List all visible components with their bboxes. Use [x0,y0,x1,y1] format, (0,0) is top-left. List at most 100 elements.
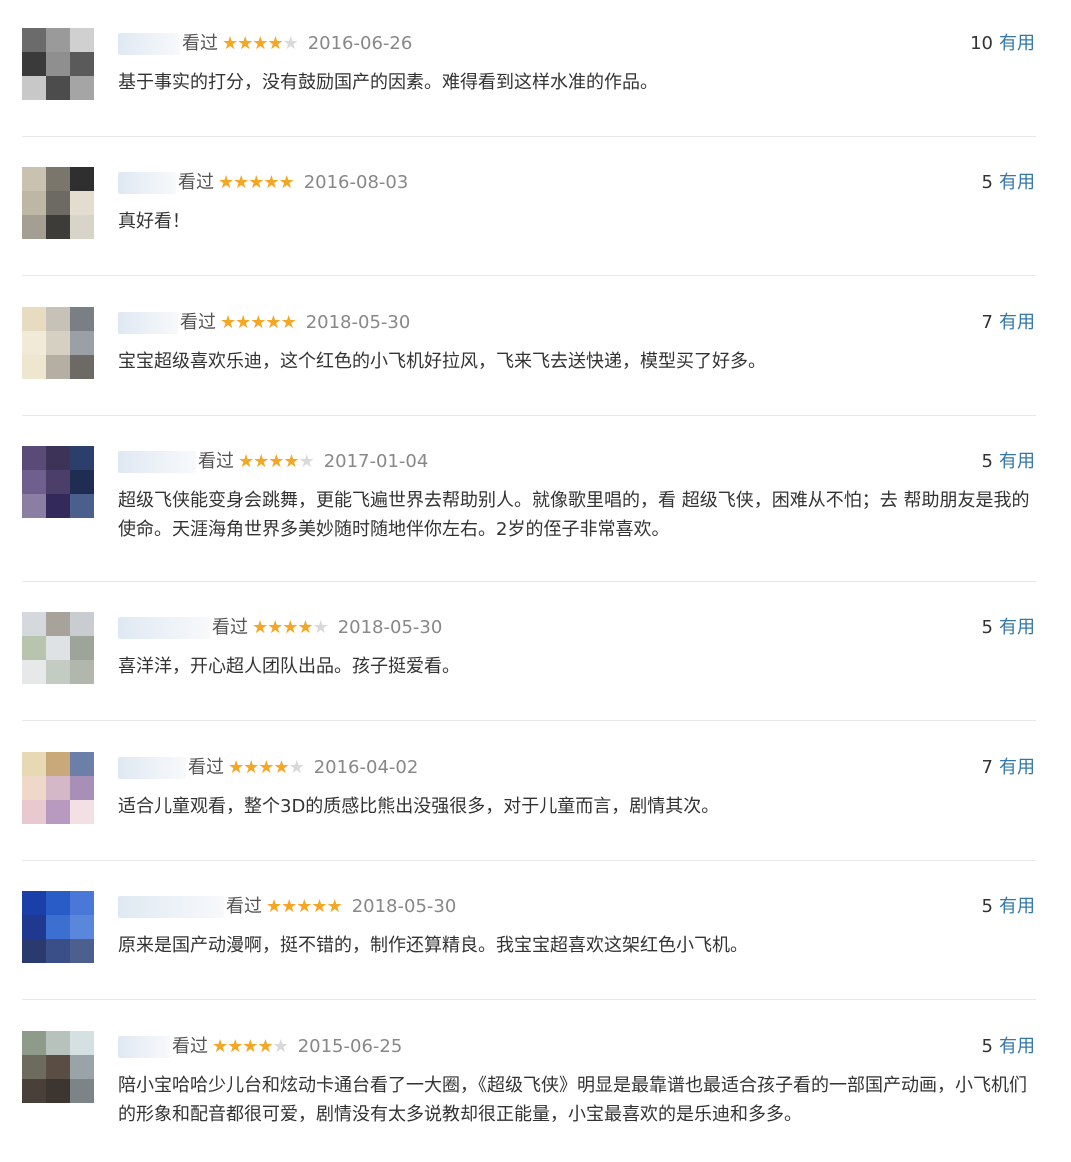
star-icon: ★ [282,617,298,638]
avatar-pixel [70,891,94,915]
username-redacted[interactable] [118,172,176,194]
avatar[interactable] [22,752,94,824]
avatar-pixel [46,331,70,355]
star-icon: ★ [272,1036,289,1057]
useful-button[interactable]: 有用 [999,757,1035,778]
avatar-pixel [70,215,94,239]
review-text: 真好看！ [118,211,190,232]
avatar[interactable] [22,28,94,100]
avatar[interactable] [22,891,94,963]
vote-count: 5 [981,451,993,472]
useful-button[interactable]: 有用 [999,896,1035,917]
star-icon: ★ [297,617,313,638]
useful-vote: 5 有用 [982,894,1035,920]
username-redacted[interactable] [118,617,210,639]
avatar[interactable] [22,167,94,239]
useful-button[interactable]: 有用 [999,1036,1035,1057]
watch-status: 看过 [182,33,218,54]
avatar-pixel [46,1055,70,1079]
rating-stars: ★★★★★ [238,451,315,472]
avatar-pixel [22,494,46,518]
rating-stars: ★★★★★ [212,1036,289,1057]
avatar-pixel [70,612,94,636]
star-icon: ★ [267,617,283,638]
star-icon: ★ [243,757,259,778]
watch-status: 看过 [212,617,248,638]
username-redacted[interactable] [118,757,186,779]
avatar[interactable] [22,446,94,518]
useful-button[interactable]: 有用 [999,451,1035,472]
review-meta: 看过 ★★★★★ 2018-05-30 [118,894,456,920]
review-meta: 看过 ★★★★★ 2016-06-26 [118,31,412,57]
avatar[interactable] [22,307,94,379]
useful-button[interactable]: 有用 [999,312,1035,333]
star-icon: ★ [242,1036,258,1057]
review-text: 超级飞侠能变身会跳舞，更能飞遍世界去帮助别人。就像歌里唱的，看 超级飞侠，困难从… [118,490,1030,540]
vote-count: 5 [981,172,993,193]
avatar-pixel [46,1031,70,1055]
avatar-pixel [70,355,94,379]
avatar-pixel [70,939,94,963]
useful-button[interactable]: 有用 [999,172,1035,193]
star-icon: ★ [268,451,284,472]
divider [22,999,1036,1000]
star-icon: ★ [296,896,312,917]
divider [22,415,1036,416]
rating-stars: ★★★★★ [228,757,305,778]
rating-stars: ★★★★★ [218,172,295,193]
avatar-pixel [22,215,46,239]
star-icon: ★ [312,617,329,638]
avatar-pixel [22,52,46,76]
star-icon: ★ [252,617,268,638]
rating-stars: ★★★★★ [266,896,343,917]
watch-status: 看过 [198,451,234,472]
star-icon: ★ [222,33,238,54]
avatar-pixel [22,800,46,824]
avatar-pixel [22,1055,46,1079]
review-text: 适合儿童观看，整个3D的质感比熊出没强很多，对于儿童而言，剧情其次。 [118,796,720,817]
useful-vote: 5 有用 [982,170,1035,196]
avatar-pixel [46,446,70,470]
avatar-pixel [22,446,46,470]
avatar-pixel [70,776,94,800]
avatar-pixel [22,191,46,215]
star-icon: ★ [273,757,289,778]
review-text: 宝宝超级喜欢乐迪，这个红色的小飞机好拉风，飞来飞去送快递，模型买了好多。 [118,351,766,372]
star-icon: ★ [267,33,283,54]
avatar-pixel [70,1031,94,1055]
star-icon: ★ [248,172,264,193]
avatar-pixel [70,660,94,684]
useful-button[interactable]: 有用 [999,33,1035,54]
avatar-pixel [46,76,70,100]
username-redacted[interactable] [118,33,180,55]
username-redacted[interactable] [118,1036,170,1058]
star-icon: ★ [298,451,315,472]
avatar-pixel [22,355,46,379]
avatar[interactable] [22,612,94,684]
vote-count: 5 [981,617,993,638]
username-redacted[interactable] [118,451,196,473]
avatar-pixel [70,446,94,470]
avatar-pixel [70,167,94,191]
review-meta: 看过 ★★★★★ 2018-05-30 [118,310,410,336]
avatar-pixel [46,915,70,939]
username-redacted[interactable] [118,312,178,334]
review-meta: 看过 ★★★★★ 2016-08-03 [118,170,408,196]
watch-status: 看过 [172,1036,208,1057]
vote-count: 5 [981,896,993,917]
avatar-pixel [46,1079,70,1103]
useful-button[interactable]: 有用 [999,617,1035,638]
watch-status: 看过 [180,312,216,333]
star-icon: ★ [281,896,297,917]
star-icon: ★ [288,757,305,778]
avatar-pixel [70,307,94,331]
review-meta: 看过 ★★★★★ 2015-06-25 [118,1034,402,1060]
username-redacted[interactable] [118,896,224,918]
avatar-pixel [46,28,70,52]
avatar-pixel [70,52,94,76]
avatar[interactable] [22,1031,94,1103]
avatar-pixel [22,636,46,660]
useful-vote: 7 有用 [982,310,1035,336]
vote-count: 5 [981,1036,993,1057]
review-date: 2016-08-03 [303,172,409,193]
